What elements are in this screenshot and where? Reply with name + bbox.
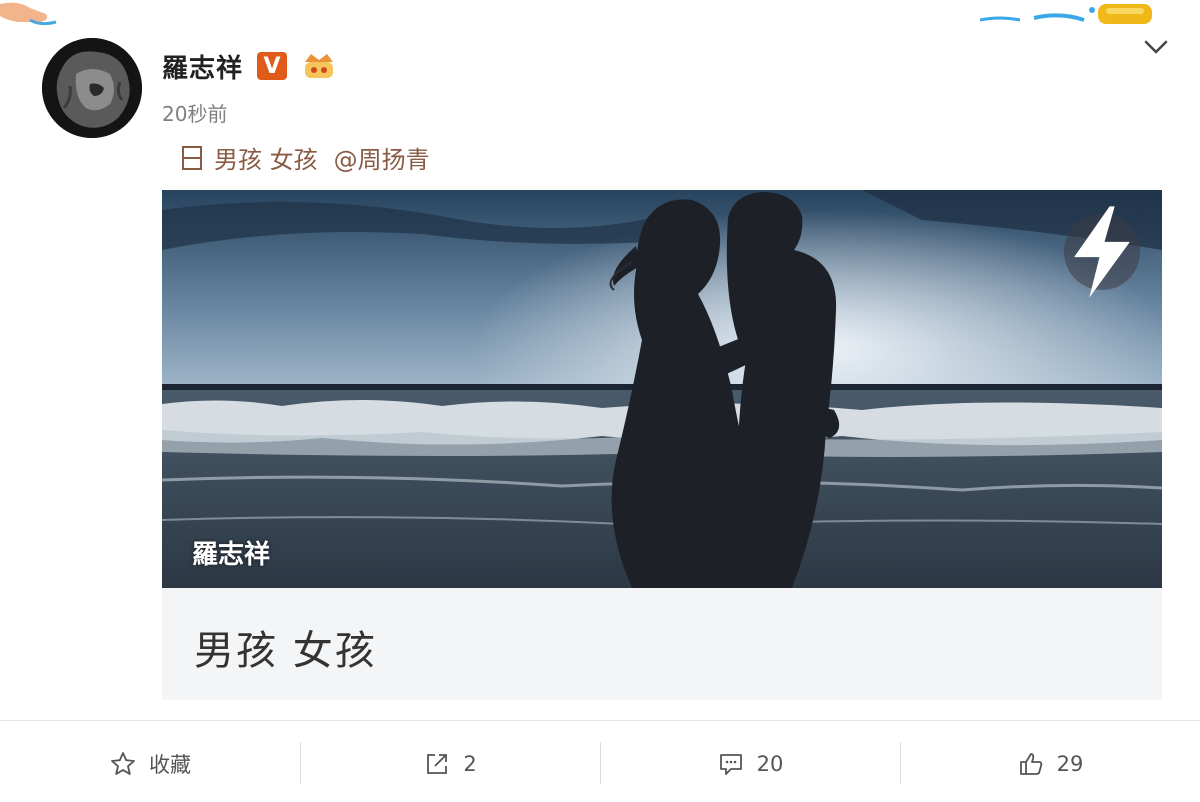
author-name[interactable]: 羅志祥 xyxy=(162,48,243,85)
image-watermark: 羅志祥 xyxy=(192,540,271,570)
share-icon xyxy=(427,754,448,774)
repost-button[interactable]: 2 xyxy=(300,726,600,802)
verified-badge: V xyxy=(257,52,288,80)
thumbs-up-icon xyxy=(1019,753,1042,775)
like-count: 29 xyxy=(1056,752,1084,776)
post-timestamp: 20秒前 xyxy=(162,102,228,126)
comment-button[interactable]: 20 xyxy=(600,726,900,802)
weibo-post: 羅志祥 V 20秒前 男孩 女孩 @周扬青 羅志祥 男孩 女孩 收藏 2 20 … xyxy=(0,0,1200,802)
repost-count: 2 xyxy=(463,752,477,776)
lightning-icon xyxy=(1074,206,1130,298)
post-text-link[interactable]: 男孩 女孩 xyxy=(214,140,318,175)
like-button[interactable]: 29 xyxy=(900,726,1200,802)
card-image[interactable]: 羅志祥 xyxy=(162,190,1162,588)
article-card[interactable]: 羅志祥 男孩 女孩 xyxy=(162,190,1162,700)
lion-avatar-icon xyxy=(42,38,142,138)
author-row: 羅志祥 V xyxy=(162,46,337,86)
action-divider xyxy=(0,720,1200,721)
card-title[interactable]: 男孩 女孩 xyxy=(194,618,377,676)
article-icon xyxy=(182,145,202,170)
comment-icon xyxy=(719,754,742,775)
favorite-button[interactable]: 收藏 xyxy=(0,726,300,802)
comment-count: 20 xyxy=(756,752,784,776)
avatar[interactable] xyxy=(42,38,142,138)
star-icon xyxy=(111,752,135,775)
beach-photo xyxy=(162,190,1162,588)
flash-button[interactable] xyxy=(1064,206,1140,298)
chevron-down-icon[interactable] xyxy=(1142,36,1170,58)
mention-link[interactable]: @周扬青 xyxy=(334,140,430,175)
crown-icon xyxy=(305,54,334,78)
action-bar: 收藏 2 20 29 xyxy=(0,726,1200,802)
favorite-label: 收藏 xyxy=(149,753,191,777)
post-text: 男孩 女孩 @周扬青 xyxy=(180,140,430,175)
